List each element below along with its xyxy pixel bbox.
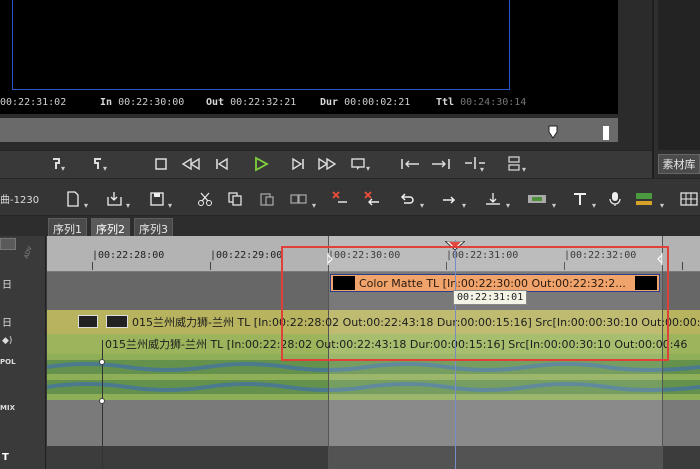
save-icon[interactable] xyxy=(146,188,168,210)
redo-dropdown-icon[interactable]: ▾ xyxy=(462,201,466,210)
stop-icon[interactable] xyxy=(148,152,174,176)
loop-icon[interactable]: ▾ xyxy=(348,152,374,176)
level-dropdown-icon[interactable]: ▾ xyxy=(506,201,510,210)
scrub-bar[interactable] xyxy=(0,118,618,142)
dur-label: Dur xyxy=(320,97,339,108)
microphone-icon[interactable] xyxy=(604,188,626,210)
undo-icon[interactable] xyxy=(396,188,418,210)
undo-dropdown-icon[interactable]: ▾ xyxy=(420,201,424,210)
pol-label: POL xyxy=(0,358,16,366)
render-dropdown-icon[interactable]: ▾ xyxy=(660,201,664,210)
step-back-icon[interactable] xyxy=(210,152,236,176)
clip-thumbnail xyxy=(78,315,98,328)
transition-dropdown-icon[interactable]: ▾ xyxy=(552,201,556,210)
tab-sequence-2[interactable]: 序列2 xyxy=(91,218,130,236)
svg-text:▾: ▾ xyxy=(61,164,65,172)
replace-dropdown-icon[interactable]: ▾ xyxy=(312,201,316,210)
export-icon[interactable]: ▾ xyxy=(504,152,530,176)
mark-out-button[interactable]: ▾ xyxy=(86,152,112,176)
va-track-label: 日 xyxy=(2,318,12,329)
dur-timecode: 00:00:02:21 xyxy=(344,97,411,108)
library-tab[interactable]: 素材库 xyxy=(658,154,700,174)
scrub-end-marker xyxy=(603,126,609,140)
rewind-icon[interactable] xyxy=(178,152,204,176)
new-file-icon[interactable] xyxy=(62,188,84,210)
in-label: In xyxy=(100,97,113,108)
set-level-icon[interactable] xyxy=(482,188,504,210)
cut-icon[interactable] xyxy=(194,188,216,210)
new-file-dropdown-icon[interactable]: ▾ xyxy=(84,201,88,210)
in-timecode: 00:22:30:00 xyxy=(118,97,185,108)
out-timecode: 00:22:32:21 xyxy=(230,97,297,108)
svg-text:▾: ▾ xyxy=(366,164,370,172)
render-icon[interactable] xyxy=(634,188,656,210)
copy-icon[interactable] xyxy=(224,188,246,210)
replace-icon[interactable] xyxy=(288,188,310,210)
svg-text:▾: ▾ xyxy=(480,165,484,172)
import-icon[interactable] xyxy=(104,188,126,210)
trim-icon[interactable]: ▾ xyxy=(462,152,488,176)
fast-forward-icon[interactable] xyxy=(314,152,340,176)
clip-thumbnail xyxy=(106,315,128,328)
tab-sequence-1[interactable]: 序列1 xyxy=(48,218,87,236)
playhead-handle[interactable] xyxy=(443,236,467,251)
video-track-label: 日 xyxy=(2,280,12,291)
keyframe-point[interactable] xyxy=(99,398,105,404)
track-header-column xyxy=(0,236,46,469)
title-dropdown-icon[interactable]: ▾ xyxy=(592,201,596,210)
svg-text:▾: ▾ xyxy=(522,165,526,173)
ruler-tick xyxy=(92,262,93,270)
ttl-timecode: 00:24:30:14 xyxy=(460,97,527,108)
ruler-tick xyxy=(210,262,211,270)
grid-layout-icon[interactable] xyxy=(678,188,700,210)
ruler-label: |00:22:29:00 xyxy=(210,250,283,261)
play-icon[interactable] xyxy=(248,152,274,176)
ttl-label: Ttl xyxy=(436,97,455,108)
safe-area-frame xyxy=(12,0,510,90)
tab-sequence-3[interactable]: 序列3 xyxy=(134,218,173,236)
step-forward-icon[interactable] xyxy=(284,152,310,176)
ruler-label: |00:22:28:00 xyxy=(92,250,165,261)
paste-icon[interactable] xyxy=(256,188,278,210)
match-frame-in-icon[interactable] xyxy=(398,152,424,176)
highlight-box xyxy=(281,246,669,361)
ruler-tick xyxy=(682,262,683,270)
svg-text:▾: ▾ xyxy=(103,164,107,172)
side-panel-content xyxy=(658,0,700,150)
speaker-icon: ◆) xyxy=(2,336,13,346)
delete-icon[interactable] xyxy=(328,188,350,210)
save-dropdown-icon[interactable]: ▾ xyxy=(168,201,172,210)
title-icon[interactable] xyxy=(570,188,592,210)
scrub-handle[interactable] xyxy=(548,124,558,139)
ripple-delete-icon[interactable] xyxy=(360,188,382,210)
bottom-track-label: T xyxy=(2,452,9,463)
redo-icon[interactable] xyxy=(438,188,460,210)
transition-icon[interactable] xyxy=(526,188,548,210)
sequence-name-field: 曲-1230 xyxy=(0,195,40,206)
import-dropdown-icon[interactable]: ▾ xyxy=(126,201,130,210)
timecode-bar: 00:22:31:02 In 00:22:30:00 Out 00:22:32:… xyxy=(0,92,618,114)
header-toggle-button[interactable] xyxy=(0,238,16,250)
keyframe-point[interactable] xyxy=(99,359,105,365)
match-frame-out-icon[interactable] xyxy=(428,152,454,176)
mix-label: MIX xyxy=(0,404,15,412)
out-label: Out xyxy=(206,97,225,108)
mark-in-button[interactable]: ▾ xyxy=(44,152,70,176)
current-timecode: 00:22:31:02 xyxy=(0,97,67,108)
